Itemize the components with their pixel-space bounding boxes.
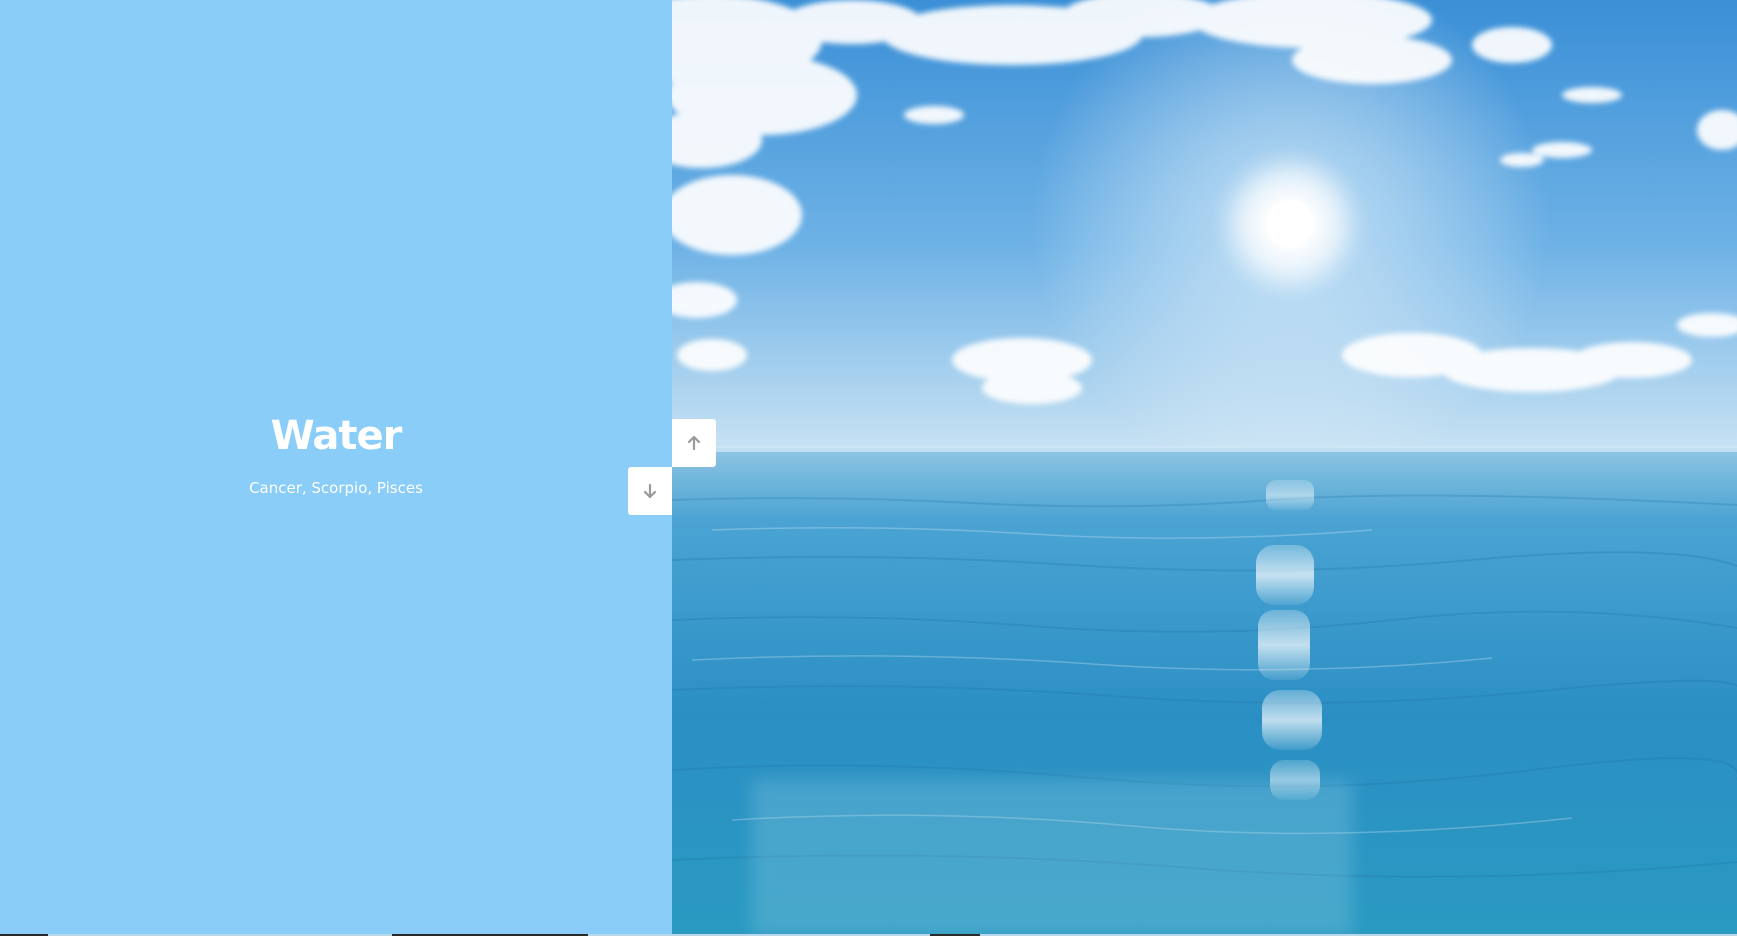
content-panel: Water Cancer, Scorpio, Pisces [0,0,672,935]
panel-text: Water Cancer, Scorpio, Pisces [0,408,672,499]
image-panel [672,0,1737,935]
section-subtitle: Cancer, Scorpio, Pisces [249,479,423,497]
ocean-sky-image [672,0,1737,935]
arrow-down-icon [643,483,657,499]
split-slider: Water Cancer, Scorpio, Pisces [0,0,1737,936]
next-slide-button[interactable] [628,467,672,515]
arrow-up-icon [687,435,701,451]
previous-slide-button[interactable] [672,419,716,467]
section-title: Water [270,413,403,459]
